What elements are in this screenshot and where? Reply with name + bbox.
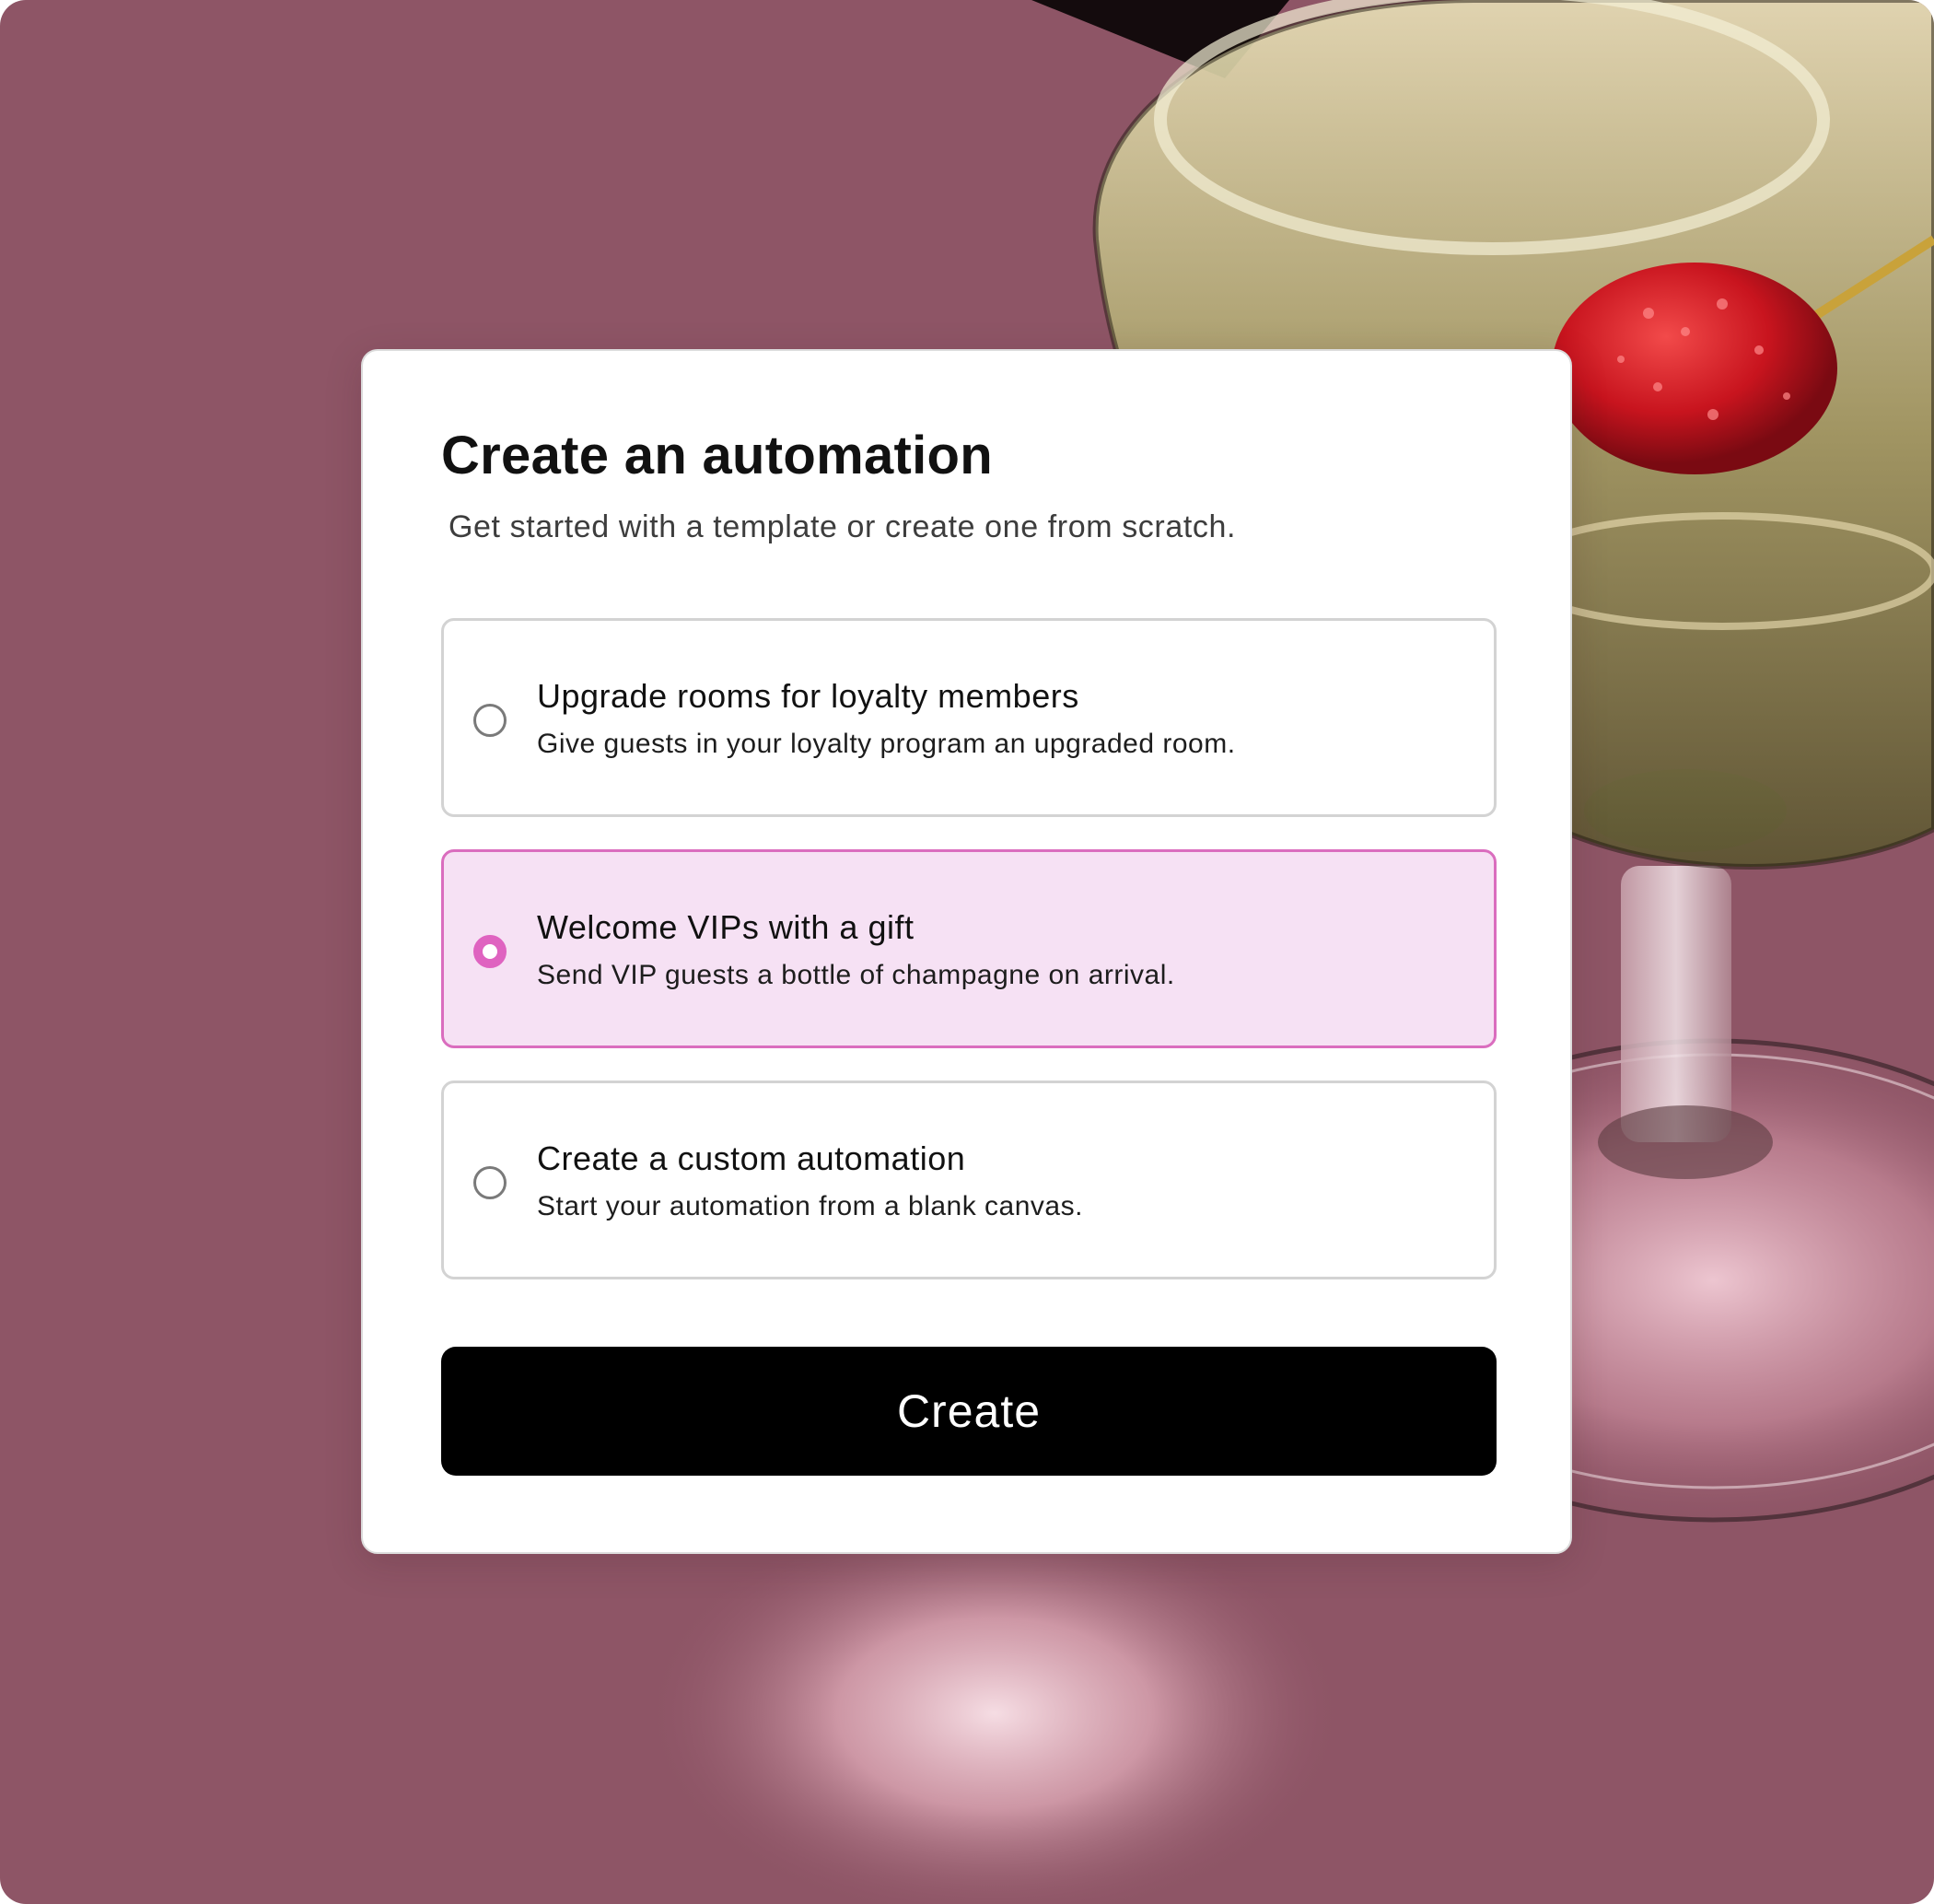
option-title: Upgrade rooms for loyalty members [537,677,1079,715]
option-description: Send VIP guests a bottle of champagne on… [537,960,1175,990]
create-button[interactable]: Create [441,1347,1497,1476]
option-custom-automation[interactable]: Create a custom automation Start your au… [441,1080,1497,1279]
dialog-title: Create an automation [441,426,993,485]
option-title: Welcome VIPs with a gift [537,908,915,946]
radio-button-checked[interactable] [473,935,507,968]
dialog-subtitle: Get started with a template or create on… [449,509,1237,544]
option-title: Create a custom automation [537,1139,966,1177]
option-welcome-vips[interactable]: Welcome VIPs with a gift Send VIP guests… [441,849,1497,1048]
radio-button-unchecked[interactable] [473,1166,507,1199]
option-description: Start your automation from a blank canva… [537,1191,1083,1221]
create-automation-dialog: Create an automation Get started with a … [361,349,1572,1554]
option-description: Give guests in your loyalty program an u… [537,729,1236,759]
radio-button-unchecked[interactable] [473,704,507,737]
option-upgrade-rooms[interactable]: Upgrade rooms for loyalty members Give g… [441,618,1497,817]
